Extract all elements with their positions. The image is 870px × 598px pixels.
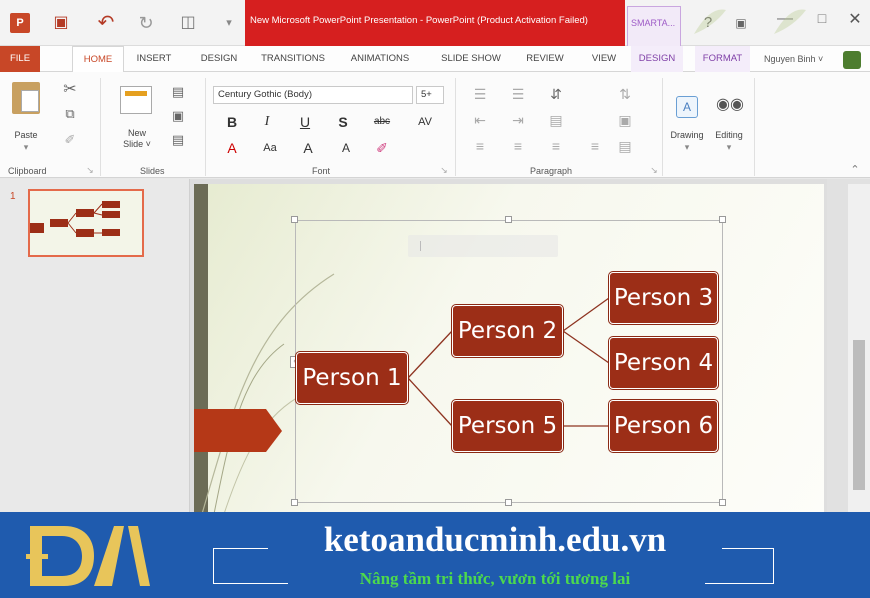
smartart-connectors bbox=[407, 297, 610, 427]
resize-handle[interactable] bbox=[505, 499, 512, 506]
resize-handle[interactable] bbox=[719, 216, 726, 223]
divider bbox=[773, 548, 774, 583]
resize-handle[interactable] bbox=[505, 216, 512, 223]
smartart-node-person-6[interactable]: Person 6 bbox=[609, 400, 718, 452]
brand-tagline: Nâng tầm tri thức, vươn tới tương lai bbox=[359, 569, 631, 588]
resize-handle[interactable] bbox=[291, 216, 298, 223]
smartart-node-person-1[interactable]: Person 1 bbox=[296, 352, 408, 404]
resize-handle[interactable] bbox=[719, 499, 726, 506]
smartart-node-person-3[interactable]: Person 3 bbox=[609, 272, 718, 324]
resize-handle[interactable] bbox=[291, 499, 298, 506]
smartart-node-person-2[interactable]: Person 2 bbox=[452, 305, 563, 357]
smartart-node-person-4[interactable]: Person 4 bbox=[609, 337, 718, 389]
divider bbox=[213, 548, 214, 583]
smartart-node-person-5[interactable]: Person 5 bbox=[452, 400, 563, 452]
ducminh-logo bbox=[26, 526, 150, 586]
brand-name: ketoanducminh.edu.vn bbox=[323, 520, 667, 559]
